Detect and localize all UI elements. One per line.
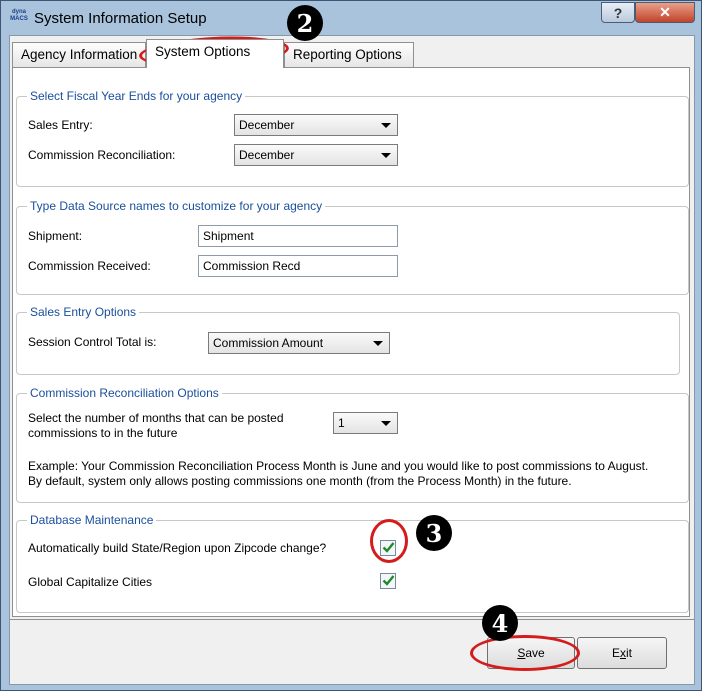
months-label-line-2: commissions to in the future	[28, 426, 178, 440]
chevron-down-icon	[381, 421, 391, 426]
commission-reconciliation-options-legend: Commission Reconciliation Options	[30, 386, 219, 400]
tab-system-options[interactable]: System Options	[146, 39, 284, 68]
shipment-label: Shipment:	[28, 229, 83, 243]
title-bar[interactable]: dyna MACS System Information Setup ? ✕	[1, 1, 701, 35]
auto-build-label: Automatically build State/Region upon Zi…	[28, 541, 327, 555]
example-text-line-2: By default, system only allows posting c…	[28, 474, 572, 488]
help-button[interactable]: ?	[601, 2, 635, 23]
commission-reconciliation-label: Commission Reconciliation:	[28, 148, 176, 162]
app-window: dyna MACS System Information Setup ? ✕ A…	[0, 0, 702, 691]
sales-entry-options-legend: Sales Entry Options	[30, 305, 137, 319]
shipment-field[interactable]: Shipment	[198, 225, 398, 247]
commission-received-label: Commission Received:	[28, 259, 151, 273]
months-select[interactable]: 1	[333, 412, 398, 434]
fiscal-year-group: Select Fiscal Year Ends for your agency	[16, 89, 689, 187]
window-title: System Information Setup	[34, 10, 207, 27]
data-source-legend: Type Data Source names to customize for …	[30, 199, 323, 213]
app-logo: dyna MACS	[10, 9, 28, 22]
system-options-panel: Select Fiscal Year Ends for your agency …	[12, 67, 690, 617]
commission-reconciliation-select[interactable]: December	[234, 144, 398, 166]
session-control-value: Commission Amount	[213, 336, 324, 350]
chevron-down-icon	[381, 123, 391, 128]
sales-entry-label: Sales Entry:	[28, 118, 93, 132]
step-marker-2: 2	[287, 5, 323, 41]
tab-agency-information[interactable]: Agency Information	[12, 42, 146, 67]
dialog-client-area: Agency Information Reporting Options Sys…	[9, 35, 695, 685]
tab-reporting-options[interactable]: Reporting Options	[284, 42, 414, 67]
commission-received-field[interactable]: Commission Recd	[198, 255, 398, 277]
chevron-down-icon	[373, 341, 383, 346]
footer-divider	[10, 619, 694, 620]
chevron-down-icon	[381, 153, 391, 158]
exit-label: Exit	[611, 646, 632, 660]
database-maintenance-legend: Database Maintenance	[30, 513, 154, 527]
close-button[interactable]: ✕	[635, 2, 695, 23]
session-control-select[interactable]: Commission Amount	[208, 332, 390, 354]
example-text-line-1: Example: Your Commission Reconciliation …	[28, 459, 649, 473]
commission-reconciliation-value: December	[239, 148, 295, 162]
tab-strip: Agency Information Reporting Options Sys…	[10, 36, 694, 68]
months-value: 1	[338, 416, 345, 430]
checkmark-icon	[382, 575, 395, 586]
step-marker-3: 3	[416, 515, 452, 551]
capitalize-cities-label: Global Capitalize Cities	[28, 575, 153, 589]
step-marker-4: 4	[482, 605, 518, 641]
highlight-ring-checkbox	[370, 519, 408, 563]
months-label-line-1: Select the number of months that can be …	[28, 411, 284, 425]
sales-entry-value: December	[239, 118, 295, 132]
fiscal-year-legend: Select Fiscal Year Ends for your agency	[30, 89, 243, 103]
sales-entry-select[interactable]: December	[234, 114, 398, 136]
highlight-ring-save	[470, 635, 580, 671]
capitalize-cities-checkbox[interactable]	[380, 573, 396, 589]
data-source-group: Type Data Source names to customize for …	[16, 199, 689, 295]
session-control-label: Session Control Total is:	[28, 335, 157, 349]
database-maintenance-group: Database Maintenance	[16, 513, 689, 613]
exit-button[interactable]: Exit	[577, 637, 667, 669]
